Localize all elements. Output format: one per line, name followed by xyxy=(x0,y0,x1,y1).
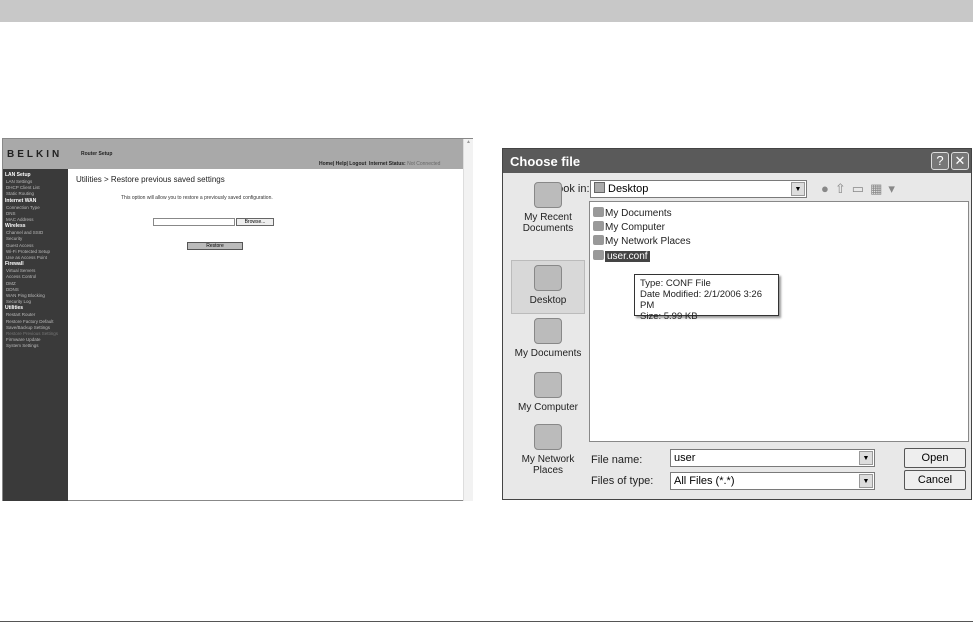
back-icon[interactable]: ● xyxy=(821,181,835,196)
place-desktop[interactable]: Desktop xyxy=(511,260,585,314)
place-my-documents[interactable]: My Documents xyxy=(511,318,585,359)
router-top-nav: Home| Help| Logout Internet Status: Not … xyxy=(319,161,440,167)
router-sidebar: LAN Setup LAN Settings DHCP Client List Sta… xyxy=(3,169,68,501)
look-in-value: Desktop xyxy=(608,183,649,195)
router-setup-label: Router Setup xyxy=(81,151,113,157)
place-my-recent-documents[interactable]: My Recent Documents xyxy=(511,182,585,234)
place-my-network-places[interactable]: My Network Places xyxy=(511,424,585,476)
file-item-selected[interactable]: user.conf xyxy=(593,250,650,263)
file-name: My Computer xyxy=(605,222,666,233)
file-type-select[interactable]: All Files (*.*) ▼ xyxy=(670,472,875,490)
network-places-icon xyxy=(534,424,562,450)
tooltip-date: Date Modified: 2/1/2006 3:26 PM xyxy=(640,289,763,311)
sidebar-section-heading: Utilities xyxy=(5,305,24,312)
footer-divider xyxy=(0,621,973,622)
file-type-value: All Files (*.*) xyxy=(674,475,735,487)
sidebar-section-heading: Firewall xyxy=(5,261,24,268)
file-item[interactable]: My Network Places xyxy=(593,235,691,248)
file-name: My Documents xyxy=(605,208,672,219)
place-label: Desktop xyxy=(529,295,567,306)
my-documents-icon xyxy=(534,318,562,344)
file-name: My Network Places xyxy=(605,236,691,247)
page-description: This option will allow you to restore a … xyxy=(121,195,273,201)
router-header: BELKIN Router Setup Home| Help| Logout I… xyxy=(3,139,463,169)
file-list: My Documents My Computer My Network Plac… xyxy=(589,201,969,442)
nav-links[interactable]: Home| Help| Logout xyxy=(319,161,366,167)
my-computer-icon xyxy=(534,372,562,398)
place-label: My Recent Documents xyxy=(522,212,574,234)
page-header-band xyxy=(0,0,973,22)
recent-documents-icon xyxy=(534,182,562,208)
look-in-select[interactable]: Desktop ▼ xyxy=(590,180,807,198)
restore-file-input[interactable] xyxy=(153,218,235,226)
dialog-title: Choose file xyxy=(510,154,581,169)
file-type-label: Files of type: xyxy=(591,475,654,487)
place-label: My Network Places xyxy=(521,454,575,476)
place-my-computer[interactable]: My Computer xyxy=(511,372,585,413)
desktop-icon xyxy=(534,265,562,291)
sidebar-section-heading: Internet WAN xyxy=(5,197,37,204)
chevron-down-icon[interactable]: ▼ xyxy=(791,182,805,196)
close-button[interactable]: ✕ xyxy=(951,152,969,170)
places-bar: My Recent Documents Desktop My Documents… xyxy=(511,174,585,492)
belkin-logo: BELKIN xyxy=(7,149,63,160)
page-title: Utilities > Restore previous saved setti… xyxy=(76,175,225,184)
place-label: My Computer xyxy=(517,402,578,413)
tooltip-type: Type: CONF File xyxy=(640,278,711,289)
help-button[interactable]: ? xyxy=(931,152,949,170)
file-name: user.conf xyxy=(605,251,650,262)
scroll-up-icon[interactable]: ▲ xyxy=(466,139,471,145)
folder-icon xyxy=(593,207,604,217)
status-label: Internet Status: xyxy=(369,161,406,167)
browse-button[interactable]: Browse... xyxy=(236,218,274,226)
file-tooltip: Type: CONF File Date Modified: 2/1/2006 … xyxy=(634,274,779,322)
file-item[interactable]: My Computer xyxy=(593,221,665,234)
chevron-down-icon[interactable]: ▼ xyxy=(859,451,873,465)
sidebar-section-heading: LAN Setup xyxy=(5,172,31,178)
place-label: My Documents xyxy=(514,348,582,359)
computer-icon xyxy=(593,221,604,231)
choose-file-dialog: Choose file ? ✕ Look in: Desktop ▼ ●⇧▭▦▾… xyxy=(502,148,972,500)
scrollbar[interactable]: ▲ xyxy=(463,139,473,501)
chevron-down-icon[interactable]: ▼ xyxy=(859,474,873,488)
new-folder-icon[interactable]: ▭ xyxy=(852,181,870,196)
router-setup-screenshot: BELKIN Router Setup Home| Help| Logout I… xyxy=(2,138,473,501)
dialog-title-bar: Choose file ? ✕ xyxy=(503,149,971,173)
tooltip-size: Size: 5.99 KB xyxy=(640,311,698,322)
file-name-label: File name: xyxy=(591,454,643,466)
view-menu-icon[interactable]: ▦▾ xyxy=(870,181,901,196)
sidebar-item[interactable]: System Settings xyxy=(5,343,66,349)
restore-button[interactable]: Restore xyxy=(187,242,243,250)
file-name-input[interactable]: user ▼ xyxy=(670,449,875,467)
file-item[interactable]: My Documents xyxy=(593,207,672,220)
sidebar-section-heading: Wireless xyxy=(5,223,26,230)
network-icon xyxy=(593,235,604,245)
file-icon xyxy=(593,250,604,260)
file-name-value: user xyxy=(674,452,696,464)
status-value: Not Connected xyxy=(407,161,441,167)
cancel-button[interactable]: Cancel xyxy=(904,470,966,490)
desktop-icon xyxy=(594,182,605,193)
up-folder-icon[interactable]: ⇧ xyxy=(835,181,852,196)
open-button[interactable]: Open xyxy=(904,448,966,468)
